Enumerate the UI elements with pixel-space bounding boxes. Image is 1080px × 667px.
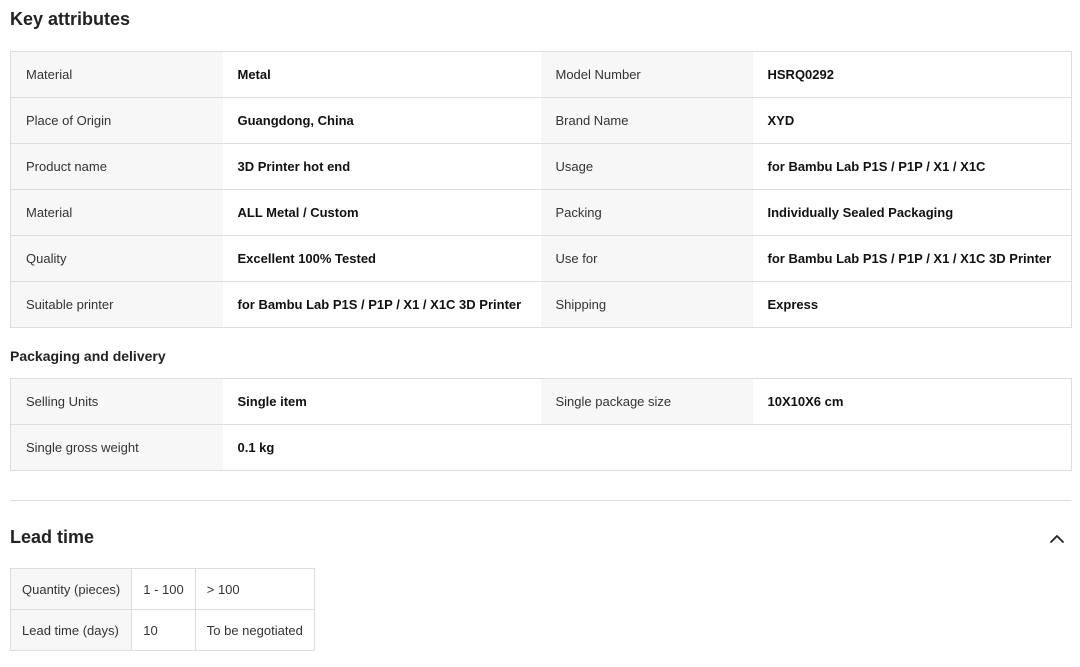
attribute-label: Usage <box>540 143 753 190</box>
attribute-label: Single package size <box>540 378 753 425</box>
attribute-row: Quality Excellent 100% Tested Use for fo… <box>10 235 1072 282</box>
attribute-value: 0.1 kg <box>222 424 541 471</box>
attribute-value: XYD <box>752 97 1072 144</box>
attribute-value: HSRQ0292 <box>752 51 1072 98</box>
attribute-value: Excellent 100% Tested <box>222 235 541 282</box>
quantity-range: 1 - 100 <box>131 568 196 610</box>
attribute-row: Suitable printer for Bambu Lab P1S / P1P… <box>10 281 1072 328</box>
attribute-value: 10X10X6 cm <box>752 378 1072 425</box>
attribute-label: Material <box>10 189 223 236</box>
quantity-row: Quantity (pieces) 1 - 100 > 100 <box>9 568 315 610</box>
lead-time-row: Lead time (days) 10 To be negotiated <box>9 609 315 651</box>
attribute-value: for Bambu Lab P1S / P1P / X1 / X1C 3D Pr… <box>222 281 541 328</box>
attribute-value: Single item <box>222 378 541 425</box>
attribute-label: Single gross weight <box>10 424 223 471</box>
attribute-label: Packing <box>540 189 753 236</box>
empty-cell <box>540 424 753 471</box>
attribute-value: for Bambu Lab P1S / P1P / X1 / X1C 3D Pr… <box>752 235 1072 282</box>
lead-time-header: Lead time (days) <box>9 609 133 651</box>
attribute-row: Single gross weight 0.1 kg <box>10 424 1072 471</box>
attribute-value: Guangdong, China <box>222 97 541 144</box>
attribute-value: Metal <box>222 51 541 98</box>
attribute-value: for Bambu Lab P1S / P1P / X1 / X1C <box>752 143 1072 190</box>
attribute-value: ALL Metal / Custom <box>222 189 541 236</box>
collapse-lead-time-button[interactable] <box>1046 528 1068 550</box>
attribute-label: Material <box>10 51 223 98</box>
packaging-title: Packaging and delivery <box>10 348 166 364</box>
attribute-label: Product name <box>10 143 223 190</box>
attribute-row: Product name 3D Printer hot end Usage fo… <box>10 143 1072 190</box>
attribute-label: Quality <box>10 235 223 282</box>
product-details: Key attributes Material Metal Model Numb… <box>0 0 1080 667</box>
packaging-table: Selling Units Single item Single package… <box>10 378 1072 471</box>
lead-time-days: To be negotiated <box>194 609 315 651</box>
key-attributes-title: Key attributes <box>10 9 131 29</box>
attribute-label: Use for <box>540 235 753 282</box>
attribute-value: 3D Printer hot end <box>222 143 541 190</box>
lead-time-table: Quantity (pieces) 1 - 100 > 100 Lead tim… <box>9 568 315 651</box>
section-divider <box>10 500 1071 501</box>
quantity-header: Quantity (pieces) <box>9 568 133 610</box>
attribute-label: Brand Name <box>540 97 753 144</box>
attribute-label: Model Number <box>540 51 753 98</box>
chevron-up-icon <box>1050 535 1064 543</box>
attribute-label: Shipping <box>540 281 753 328</box>
empty-cell <box>752 424 1072 471</box>
attribute-row: Selling Units Single item Single package… <box>10 378 1072 425</box>
lead-time-days: 10 <box>131 609 196 651</box>
attribute-row: Material ALL Metal / Custom Packing Indi… <box>10 189 1072 236</box>
lead-time-title: Lead time <box>10 527 95 547</box>
attribute-value: Individually Sealed Packaging <box>752 189 1072 236</box>
attribute-row: Place of Origin Guangdong, China Brand N… <box>10 97 1072 144</box>
attribute-value: Express <box>752 281 1072 328</box>
attribute-label: Selling Units <box>10 378 223 425</box>
attribute-row: Material Metal Model Number HSRQ0292 <box>10 51 1072 98</box>
attribute-label: Suitable printer <box>10 281 223 328</box>
key-attributes-table: Material Metal Model Number HSRQ0292 Pla… <box>10 51 1072 328</box>
quantity-range: > 100 <box>194 568 315 610</box>
attribute-label: Place of Origin <box>10 97 223 144</box>
